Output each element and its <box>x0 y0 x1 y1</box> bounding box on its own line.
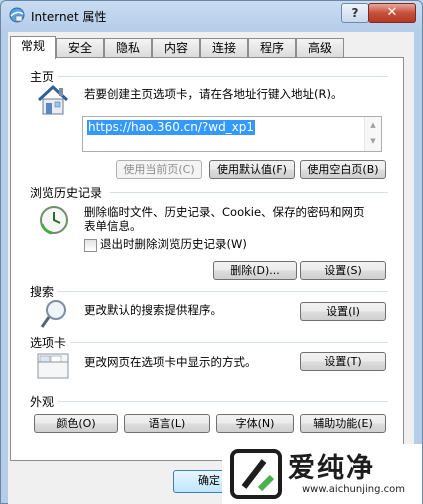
window-title: Internet 属性 <box>31 10 107 24</box>
divider <box>58 76 388 77</box>
tab-general[interactable]: 常规 <box>10 36 56 59</box>
tab-security[interactable]: 安全 <box>56 38 104 57</box>
tab-connections[interactable]: 连接 <box>200 38 248 57</box>
help-button[interactable]: ? <box>341 3 369 23</box>
use-current-button[interactable]: 使用当前页(C) <box>116 160 202 179</box>
home-group-label: 主页 <box>30 70 55 84</box>
watermark-url: www.aichunjing.com <box>302 484 405 495</box>
colors-button[interactable]: 颜色(O) <box>34 414 118 433</box>
home-description: 若要创建主页选项卡，请在各地址行键入地址(R)。 <box>84 87 343 101</box>
tab-advanced[interactable]: 高级 <box>296 38 344 57</box>
divider <box>70 342 388 343</box>
home-icon <box>37 84 69 115</box>
delete-on-exit-label[interactable]: 退出时删除浏览历史记录(W) <box>100 237 247 252</box>
url-scrollbar[interactable]: ▲ ▼ <box>364 117 381 151</box>
tab-privacy[interactable]: 隐私 <box>104 38 152 57</box>
watermark: 爱纯净 www.aichunjing.com <box>222 444 422 504</box>
home-url-text: https://hao.360.cn/?wd_xp1 <box>87 120 256 135</box>
watermark-text: 爱纯净 <box>288 453 375 484</box>
history-group-label: 浏览历史记录 <box>30 186 103 200</box>
accessibility-button[interactable]: 辅助功能(E) <box>300 414 386 433</box>
search-settings-button[interactable]: 设置(I) <box>300 302 386 321</box>
history-clock-icon <box>40 206 68 235</box>
internet-options-icon <box>9 7 25 23</box>
history-description-2: 表单信息。 <box>84 219 142 233</box>
tabs-settings-button[interactable]: 设置(T) <box>300 352 386 371</box>
history-settings-button[interactable]: 设置(S) <box>300 261 386 280</box>
tabs-group-label: 选项卡 <box>30 336 67 350</box>
tabs-description: 更改网页在选项卡中显示的方式。 <box>84 355 257 369</box>
home-url-textarea[interactable]: https://hao.360.cn/?wd_xp1 ▲ ▼ <box>82 116 382 152</box>
tab-programs[interactable]: 程序 <box>248 38 296 57</box>
appearance-group-label: 外观 <box>30 395 55 409</box>
fonts-button[interactable]: 字体(N) <box>216 414 294 433</box>
delete-history-button[interactable]: 删除(D)... <box>213 261 297 280</box>
title-bar[interactable]: Internet 属性 ? ✕ <box>1 1 422 29</box>
close-button[interactable]: ✕ <box>368 3 416 23</box>
divider <box>58 291 388 292</box>
languages-button[interactable]: 语言(L) <box>124 414 210 433</box>
use-default-button[interactable]: 使用默认值(F) <box>209 160 295 179</box>
search-description: 更改默认的搜索提供程序。 <box>84 303 222 317</box>
tabs-window-icon <box>37 353 69 379</box>
history-description-1: 删除临时文件、历史记录、Cookie、保存的密码和网页 <box>84 205 365 219</box>
divider <box>58 401 388 402</box>
use-blank-button[interactable]: 使用空白页(B) <box>300 160 386 179</box>
search-magnifier-icon <box>40 300 66 328</box>
watermark-logo-icon <box>230 449 282 499</box>
divider <box>110 192 388 193</box>
tab-content[interactable]: 内容 <box>152 38 200 57</box>
delete-on-exit-checkbox[interactable] <box>84 239 97 252</box>
